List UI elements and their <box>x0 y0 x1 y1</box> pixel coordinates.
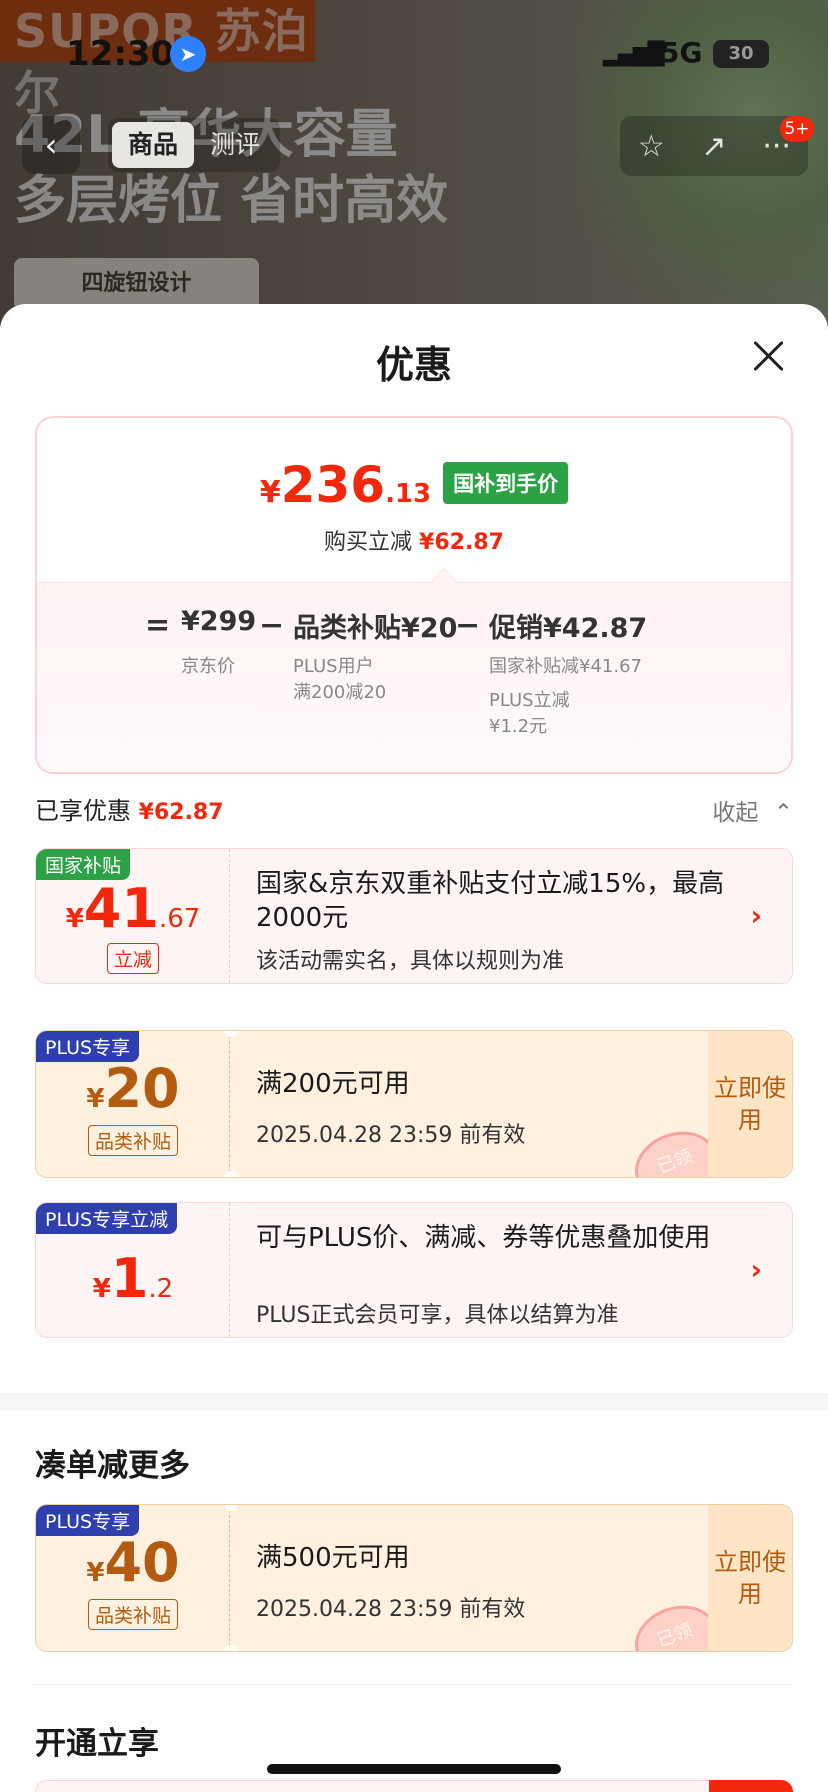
final-price: ¥ 236 .13 国补到手价 <box>37 456 791 514</box>
chevron-right-icon: › <box>750 899 762 932</box>
product-navbar: ‹ 商品 测评 ☆ ↗ ··· 5+ <box>0 116 828 176</box>
coupon-amount: ¥20 <box>36 1057 230 1120</box>
enjoyed-label: 已享优惠 <box>35 797 131 825</box>
chevron-up-icon: ⌃ <box>773 800 793 826</box>
coupon-amount: ¥41.67 <box>36 877 230 940</box>
enjoyed-discount-header: 已享优惠 ¥62.87 收起 ⌃ <box>35 791 793 827</box>
coupon-title: 满500元可用 <box>256 1543 410 1573</box>
plus-category-coupon[interactable]: PLUS专享 ¥20 品类补贴 满200元可用 2025.04.28 23:59… <box>35 1030 793 1178</box>
price-summary-card: ¥ 236 .13 国补到手价 购买立减 ¥62.87 = ¥299 京东价 −… <box>35 416 793 774</box>
coupon-integer: 1 <box>110 1247 149 1310</box>
coupon-ribbon: 国家补贴 <box>36 849 131 880</box>
coupon-integer: 20 <box>104 1057 180 1120</box>
use-now-button[interactable]: 立即使用 <box>708 1031 792 1177</box>
network-type: 5G <box>660 36 703 69</box>
status-bar: 12:30 ➤ ▂▄▆█ 5G 30 <box>0 30 828 78</box>
share-icon[interactable]: ↗ <box>689 129 739 164</box>
minus-sign-2: − <box>455 608 481 643</box>
jd-price: ¥299 <box>181 606 257 637</box>
product-tabs: 商品 测评 <box>108 118 281 172</box>
plus-instant-discount-coupon[interactable]: PLUS专享立减 ¥1.2 可与PLUS价、满减、券等优惠叠加使用 PLUS正式… <box>35 1202 793 1338</box>
promotion-note-2: PLUS立减 <box>489 690 570 711</box>
section-divider <box>0 1393 828 1411</box>
subsidy-price-tag: 国补到手价 <box>443 462 569 504</box>
open-membership-title: 开通立享 <box>35 1726 159 1762</box>
coupon-currency: ¥ <box>65 904 84 934</box>
use-now-button[interactable]: 立即使用 <box>708 1505 792 1651</box>
final-price-currency: ¥ <box>259 475 281 510</box>
coupon-validity: 2025.04.28 23:59 前有效 <box>256 1123 526 1148</box>
final-price-integer: 236 <box>280 456 386 514</box>
minus-sign-1: − <box>259 608 285 643</box>
collapse-toggle[interactable]: 收起 ⌃ <box>712 793 793 827</box>
instant-discount-amount: ¥62.87 <box>419 530 504 555</box>
section-divider-line <box>35 1684 793 1685</box>
coupon-ribbon: PLUS专享立减 <box>36 1203 178 1234</box>
enjoyed-label-group: 已享优惠 ¥62.87 <box>35 797 224 825</box>
coupon-title: 满200元可用 <box>256 1069 410 1099</box>
discount-sheet: 优惠 ¥ 236 .13 国补到手价 购买立减 ¥62.87 = ¥299 京东… <box>0 304 828 1792</box>
coupon-type-tag: 立减 <box>106 943 160 974</box>
tab-reviews[interactable]: 测评 <box>194 122 276 168</box>
ticket-notch <box>224 1171 238 1177</box>
star-icon[interactable]: ☆ <box>626 129 676 164</box>
coupon-currency: ¥ <box>92 1274 111 1304</box>
equals-sign: = <box>145 608 171 643</box>
coupon-type-tag: 品类补贴 <box>87 1125 179 1156</box>
coupon-integer: 40 <box>104 1531 180 1594</box>
tab-product[interactable]: 商品 <box>112 122 195 168</box>
coupon-amount: ¥40 <box>36 1531 230 1594</box>
collapse-label: 收起 <box>712 800 759 826</box>
category-note-2: 满200减20 <box>293 682 387 703</box>
category-subsidy: 品类补贴¥20 <box>293 613 458 644</box>
battery-icon: 30 <box>713 40 769 68</box>
more-discount-title: 凑单减更多 <box>35 1448 190 1484</box>
national-subsidy-coupon[interactable]: 国家补贴 ¥41.67 立减 国家&京东双重补贴支付立减15%，最高2000元 … <box>35 848 793 984</box>
home-indicator[interactable] <box>267 1764 561 1774</box>
coupon-decimal: .67 <box>158 904 201 934</box>
promotion-total: 促销¥42.87 <box>489 613 648 644</box>
promotion-note-1: 国家补贴减¥41.67 <box>489 656 642 677</box>
price-formula: = ¥299 京东价 − 品类补贴¥20 PLUS用户 满200减20 − 促销… <box>37 606 791 766</box>
message-count-badge: 5+ <box>780 116 814 142</box>
coupon-title: 国家&京东双重补贴支付立减15%，最高2000元 <box>256 869 725 933</box>
coupon-desc: 该活动需实名，具体以规则为准 <box>256 949 565 974</box>
location-arrow-icon: ➤ <box>170 36 206 72</box>
membership-card-peek[interactable] <box>35 1780 793 1792</box>
coupon-type-tag: 品类补贴 <box>87 1599 179 1630</box>
instant-discount-line: 购买立减 ¥62.87 <box>37 524 791 556</box>
coupon-title: 可与PLUS价、满减、券等优惠叠加使用 <box>256 1223 711 1253</box>
coupon-decimal: .2 <box>148 1274 174 1304</box>
chevron-right-icon: › <box>750 1253 762 1286</box>
sheet-title: 优惠 <box>375 343 452 387</box>
ticket-notch <box>224 1645 238 1651</box>
coupon-currency: ¥ <box>86 1558 105 1588</box>
category-note-1: PLUS用户 <box>293 656 374 677</box>
promotion-note-3: ¥1.2元 <box>489 716 548 737</box>
enjoyed-amount: ¥62.87 <box>138 800 224 825</box>
close-icon[interactable] <box>748 336 788 376</box>
plus-category-coupon-500[interactable]: PLUS专享 ¥40 品类补贴 满500元可用 2025.04.28 23:59… <box>35 1504 793 1652</box>
membership-action-tab[interactable] <box>709 1780 793 1792</box>
signal-icon: ▂▄▆█ <box>603 42 665 67</box>
coupon-desc: PLUS正式会员可享，具体以结算为准 <box>256 1303 619 1328</box>
coupon-validity: 2025.04.28 23:59 前有效 <box>256 1597 526 1622</box>
final-price-decimal: .13 <box>385 479 432 509</box>
coupon-integer: 41 <box>83 877 159 940</box>
instant-discount-label: 购买立减 <box>324 530 413 555</box>
status-time: 12:30 <box>66 34 175 74</box>
jd-price-label: 京东价 <box>181 656 235 677</box>
coupon-currency: ¥ <box>86 1084 105 1114</box>
coupon-amount: ¥1.2 <box>36 1247 230 1310</box>
back-arrow-icon[interactable]: ‹ <box>22 116 80 174</box>
